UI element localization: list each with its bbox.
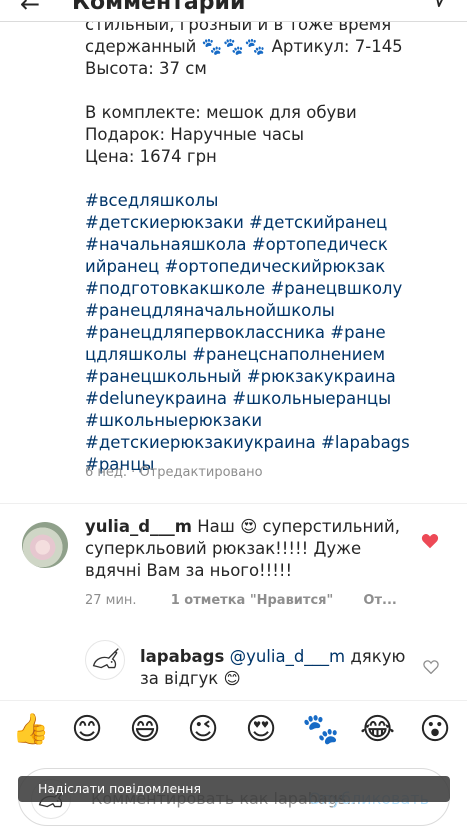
emoji-paw-prints[interactable]: 🐾 xyxy=(302,713,339,747)
rabbit-logo-icon xyxy=(92,648,119,669)
back-arrow-icon[interactable]: ← xyxy=(20,0,40,18)
emoji-wink[interactable]: 😉 xyxy=(186,713,220,747)
likes-count[interactable]: 1 отметка "Нравится" xyxy=(171,593,334,608)
emoji-surprised[interactable]: 😮 xyxy=(418,713,452,747)
emoji-grin[interactable]: 😄 xyxy=(128,713,162,747)
hashtag-line[interactable]: ийранец #ортопедическийрюкзак xyxy=(85,256,425,278)
emoji-heart-eyes[interactable]: 😍 xyxy=(244,713,278,747)
heart-outline-icon[interactable] xyxy=(423,660,439,674)
paw-prints-emoji: 🐾🐾🐾 xyxy=(201,37,267,56)
mention-link[interactable]: @yulia_d___m xyxy=(230,647,346,666)
caption-line: Высота: 37 см xyxy=(85,59,207,78)
hashtag-block[interactable]: #вседляшколы #детскиерюкзаки #детскийране… xyxy=(85,190,425,476)
hashtag-line[interactable]: #детскиерюкзакиукраина #lapabags xyxy=(85,432,425,454)
comment-time: 27 мин. xyxy=(85,593,137,608)
avatar[interactable] xyxy=(22,522,68,568)
avatar[interactable] xyxy=(85,640,125,680)
reply-text: lapabags @yulia_d___m дякую за відгук 😊 xyxy=(140,647,406,688)
hashtag-line[interactable]: #детскиерюкзаки #детскийранец xyxy=(85,212,425,234)
emoji-smile[interactable]: 😊 xyxy=(70,713,104,747)
emoji-quick-bar: 👍 😊 😄 😉 😍 🐾 😂 😮 xyxy=(0,700,467,762)
caption-line: сдержанный 🐾🐾🐾 Артикул: 7-145 xyxy=(85,37,403,56)
comment-text: yulia_d___m Наш 😍 суперстильний, суперкл… xyxy=(85,517,400,580)
reply-button[interactable]: От... xyxy=(363,593,396,608)
post-caption: стильный, грозный и в тоже время сдержан… xyxy=(85,14,425,476)
hashtag-line[interactable]: #ранецдляпервоклассника #ране xyxy=(85,322,425,344)
toast-message: Надіслати повідомлення xyxy=(18,776,450,802)
hashtag-line[interactable]: #ранецдляначальнойшколы xyxy=(85,300,425,322)
header: ← Комментарии xyxy=(0,0,467,22)
page-title: Комментарии xyxy=(72,0,246,15)
edited-label: Отредактировано xyxy=(139,465,263,480)
caption-line: Подарок: Наручные часы xyxy=(85,125,305,144)
caption-meta: 6 нед. · Отредактировано xyxy=(85,465,263,480)
comment-username[interactable]: yulia_d___m xyxy=(85,517,192,536)
hashtag-line[interactable]: #начальнаяшкола #ортопедическ xyxy=(85,234,425,256)
hashtag-line[interactable]: #подготовкакшколе #ранецвшколу xyxy=(85,278,425,300)
caption-line: Цена: 1674 грн xyxy=(85,147,217,166)
comment-meta: 27 мин. 1 отметка "Нравится" От... xyxy=(85,593,397,608)
caption-line: В комплекте: мешок для обуви xyxy=(85,103,357,122)
heart-eyes-emoji: 😍 xyxy=(240,517,258,536)
hashtag-line[interactable]: #ранецшкольный #рюкзакукраина xyxy=(85,366,425,388)
caption-time: 6 нед. xyxy=(85,465,128,480)
comment-username[interactable]: lapabags xyxy=(140,647,224,666)
emoji-thumbs-up[interactable]: 👍 xyxy=(12,713,49,747)
heart-liked-icon[interactable] xyxy=(421,533,439,549)
hashtag-line[interactable]: #школьныерюкзаки xyxy=(85,410,425,432)
smile-emoji: 😊 xyxy=(223,669,241,688)
hashtag-line[interactable]: цдляшколы #ранецснаполнением xyxy=(85,344,425,366)
hashtag-line[interactable]: #вседляшколы xyxy=(85,190,425,212)
hashtag-line[interactable]: #deluneyкраина #школьныеранцы xyxy=(85,388,425,410)
divider xyxy=(0,503,467,504)
direct-share-icon[interactable] xyxy=(427,0,449,8)
emoji-tears-of-joy[interactable]: 😂 xyxy=(360,713,395,747)
